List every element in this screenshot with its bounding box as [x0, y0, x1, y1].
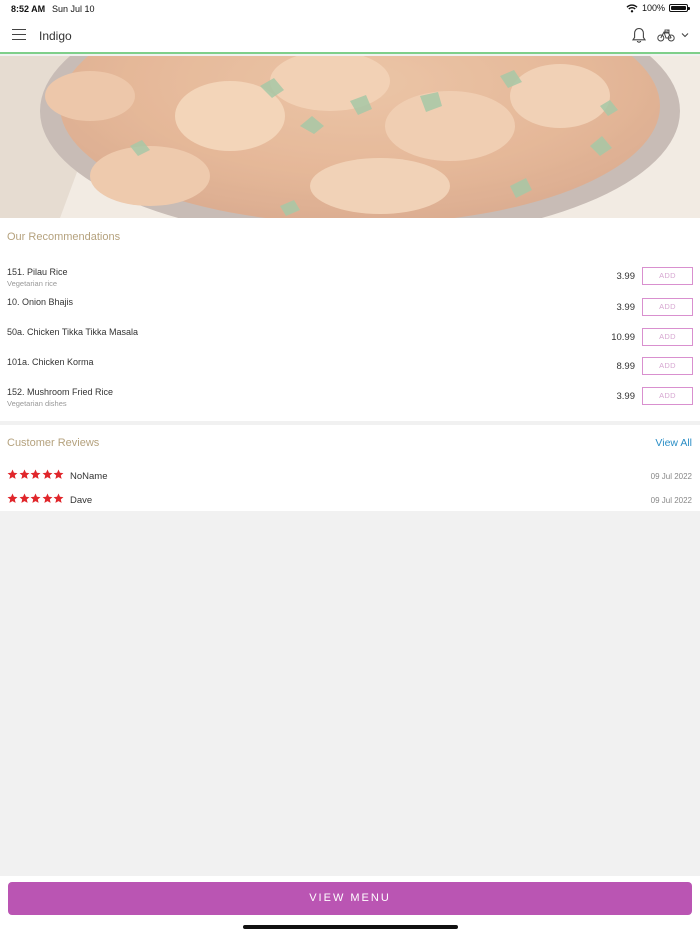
star-rating: [7, 469, 64, 480]
review-date: 09 Jul 2022: [650, 472, 692, 481]
reviews-section: Customer Reviews View All NoName 09 Jul …: [0, 425, 700, 511]
reviewer-name: NoName: [70, 471, 108, 482]
star-icon: [42, 493, 52, 503]
recommendation-item[interactable]: 10. Onion Bhajis 3.99 ADD: [0, 297, 700, 327]
star-rating: [7, 493, 64, 504]
restaurant-title: Indigo: [39, 29, 72, 43]
add-button[interactable]: ADD: [642, 328, 693, 346]
item-name: 151. Pilau Rice: [7, 267, 68, 277]
star-icon: [53, 493, 64, 503]
battery-icon: [669, 4, 690, 12]
item-price: 3.99: [616, 271, 636, 282]
review-row[interactable]: Dave 09 Jul 2022: [0, 493, 700, 509]
item-price: 10.99: [611, 332, 635, 343]
bike-icon[interactable]: [657, 29, 675, 42]
chevron-down-icon[interactable]: [681, 32, 689, 38]
view-menu-button[interactable]: VIEW MENU: [8, 882, 692, 915]
item-description: Vegetarian dishes: [7, 399, 67, 408]
item-name: 50a. Chicken Tikka Tikka Masala: [7, 327, 139, 337]
add-button[interactable]: ADD: [642, 357, 693, 375]
add-button[interactable]: ADD: [642, 298, 693, 316]
star-icon: [7, 493, 18, 503]
recommendation-item[interactable]: 152. Mushroom Fried Rice Vegetarian dish…: [0, 387, 700, 417]
curry-photo: [0, 56, 700, 218]
recommendation-item[interactable]: 50a. Chicken Tikka Tikka Masala 10.99 AD…: [0, 327, 700, 357]
review-date: 09 Jul 2022: [650, 496, 692, 505]
app-header: Indigo: [0, 18, 700, 54]
item-name: 101a. Chicken Korma: [7, 357, 94, 367]
recommendation-item[interactable]: 151. Pilau Rice Vegetarian rice 3.99 ADD: [0, 267, 700, 297]
item-name: 152. Mushroom Fried Rice: [7, 387, 114, 397]
review-row[interactable]: NoName 09 Jul 2022: [0, 469, 700, 485]
star-icon: [19, 493, 29, 503]
star-icon: [53, 469, 64, 479]
star-icon: [19, 469, 29, 479]
wifi-icon: [626, 3, 638, 12]
menu-icon[interactable]: [12, 29, 26, 41]
star-icon: [42, 469, 52, 479]
bottom-bar: VIEW MENU: [0, 876, 700, 934]
hero-image: [0, 56, 700, 218]
star-icon: [30, 469, 41, 479]
star-icon: [7, 469, 18, 479]
reviews-title: Customer Reviews: [7, 437, 100, 449]
status-time: 8:52 AM: [11, 4, 46, 14]
star-icon: [30, 493, 41, 503]
reviewer-name: Dave: [70, 495, 93, 506]
recommendation-item[interactable]: 101a. Chicken Korma 8.99 ADD: [0, 357, 700, 387]
home-indicator[interactable]: [243, 925, 458, 929]
item-name: 10. Onion Bhajis: [7, 297, 74, 307]
item-description: Vegetarian rice: [7, 279, 58, 288]
bell-icon[interactable]: [631, 27, 647, 44]
add-button[interactable]: ADD: [642, 387, 693, 405]
view-all-link[interactable]: View All: [655, 437, 692, 449]
status-bar: 8:52 AM Sun Jul 10 100%: [0, 0, 700, 18]
recommendations-section: Our Recommendations 151. Pilau Rice Vege…: [0, 218, 700, 421]
item-price: 3.99: [616, 302, 636, 313]
status-right: 100%: [626, 3, 690, 13]
add-button[interactable]: ADD: [642, 267, 693, 285]
battery-percent: 100%: [641, 3, 665, 13]
status-date: Sun Jul 10: [52, 4, 95, 14]
item-price: 3.99: [616, 391, 636, 402]
recommendations-title: Our Recommendations: [7, 231, 121, 243]
item-price: 8.99: [616, 361, 636, 372]
